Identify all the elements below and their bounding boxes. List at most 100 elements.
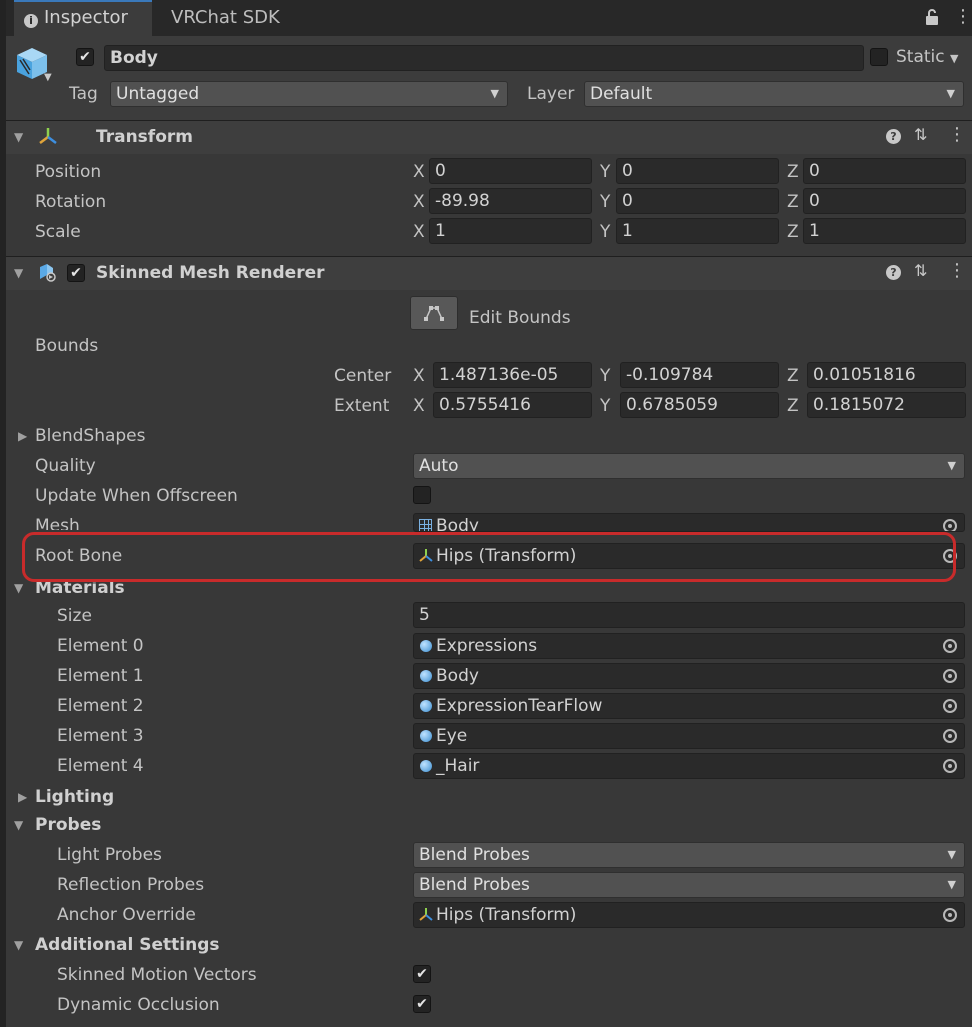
axis-y-label[interactable]: Y (600, 395, 610, 417)
object-picker-icon[interactable] (943, 729, 957, 743)
component-menu-icon[interactable]: ⋮ (948, 262, 966, 280)
blendshapes-foldout[interactable]: BlendShapes (35, 425, 146, 447)
axis-x-label[interactable]: X (413, 221, 425, 243)
object-picker-icon[interactable] (943, 759, 957, 773)
additional-settings-foldout[interactable]: Additional Settings (35, 934, 220, 956)
preset-icon[interactable]: ⇅ (914, 261, 927, 280)
skinned-motion-vectors-checkbox[interactable]: ✔ (413, 965, 431, 983)
axis-y-label[interactable]: Y (600, 221, 610, 243)
foldout-right-icon[interactable]: ▶ (18, 786, 27, 808)
tag-value: Untagged (116, 84, 200, 104)
element-0-label: Element 0 (57, 636, 144, 656)
axis-x-label[interactable]: X (413, 161, 425, 183)
anchor-override-value: Hips (Transform) (436, 905, 577, 925)
axis-z-label[interactable]: Z (787, 395, 799, 417)
axis-x-label[interactable]: X (413, 365, 425, 387)
element-4-value: _Hair (436, 756, 480, 776)
transform-axis-icon (419, 908, 433, 921)
foldout-right-icon[interactable]: ▶ (18, 425, 27, 447)
center-x-field[interactable]: 1.487136e-05 (433, 362, 592, 388)
fold-arrow-icon[interactable]: ▼ (14, 934, 23, 956)
reflection-probes-dropdown[interactable]: Blend Probes ▼ (413, 872, 965, 898)
light-probes-value: Blend Probes (419, 845, 530, 865)
center-z-field[interactable]: 0.01051816 (807, 362, 966, 388)
probes-foldout[interactable]: Probes (35, 814, 101, 836)
component-menu-icon[interactable]: ⋮ (948, 126, 966, 144)
scale-x-field[interactable]: 1 (429, 218, 592, 244)
materials-foldout[interactable]: Materials (35, 577, 125, 599)
element-0-value: Expressions (436, 636, 538, 656)
axis-x-label[interactable]: X (413, 191, 425, 213)
axis-z-label[interactable]: Z (787, 365, 799, 387)
axis-y-label[interactable]: Y (600, 161, 610, 183)
anchor-override-field[interactable]: Hips (Transform) (413, 902, 965, 928)
position-z-field[interactable]: 0 (803, 158, 966, 184)
lighting-foldout[interactable]: Lighting (35, 786, 114, 808)
axis-y-label[interactable]: Y (600, 191, 610, 213)
scale-z-field[interactable]: 1 (803, 218, 966, 244)
tag-dropdown[interactable]: Untagged ▼ (110, 81, 508, 107)
static-checkbox[interactable] (870, 48, 888, 66)
tab-inspector[interactable]: i Inspector (14, 0, 152, 36)
extent-x-field[interactable]: 0.5755416 (433, 392, 592, 418)
lock-icon[interactable] (924, 8, 942, 28)
element-0-field[interactable]: Expressions (413, 633, 965, 659)
axis-z-label[interactable]: Z (787, 191, 799, 213)
fold-arrow-icon[interactable]: ▼ (14, 262, 23, 284)
help-icon[interactable]: ? (886, 129, 901, 144)
fold-arrow-icon[interactable]: ▼ (14, 577, 23, 599)
quality-dropdown[interactable]: Auto ▼ (413, 453, 965, 479)
axis-z-label[interactable]: Z (787, 221, 799, 243)
fold-arrow-icon[interactable]: ▼ (14, 126, 23, 148)
dynamic-occlusion-checkbox[interactable]: ✔ (413, 995, 431, 1013)
object-picker-icon[interactable] (943, 669, 957, 683)
axis-y-label[interactable]: Y (600, 365, 610, 387)
object-picker-icon[interactable] (943, 699, 957, 713)
active-checkbox[interactable]: ✔ (76, 48, 94, 66)
tab-menu-icon[interactable]: ⋮ (954, 8, 972, 26)
element-2-value: ExpressionTearFlow (436, 696, 603, 716)
update-offscreen-checkbox[interactable] (413, 486, 431, 504)
position-y-field[interactable]: 0 (616, 158, 779, 184)
cube-dropdown-icon[interactable]: ▼ (44, 72, 52, 83)
position-x-field[interactable]: 0 (429, 158, 592, 184)
axis-z-label[interactable]: Z (787, 161, 799, 183)
smr-enabled-checkbox[interactable]: ✔ (67, 264, 85, 282)
extent-z-field[interactable]: 0.1815072 (807, 392, 966, 418)
mesh-field[interactable]: Body (413, 513, 965, 532)
element-3-field[interactable]: Eye (413, 723, 965, 749)
element-2-field[interactable]: ExpressionTearFlow (413, 693, 965, 719)
preset-icon[interactable]: ⇅ (914, 125, 927, 144)
center-y-field[interactable]: -0.109784 (620, 362, 779, 388)
static-label[interactable]: Static ▼ (896, 46, 958, 70)
element-1-field[interactable]: Body (413, 663, 965, 689)
rotation-y-field[interactable]: 0 (616, 188, 779, 214)
object-picker-icon[interactable] (943, 639, 957, 653)
tag-label: Tag (69, 84, 98, 104)
element-3-value: Eye (436, 726, 468, 746)
tab-inspector-label: Inspector (44, 7, 128, 28)
element-4-label: Element 4 (57, 756, 144, 776)
axis-x-label[interactable]: X (413, 395, 425, 417)
edit-bounds-label[interactable]: Edit Bounds (469, 307, 571, 329)
material-icon (420, 760, 432, 772)
object-name-field[interactable]: Body (104, 45, 864, 71)
object-picker-icon[interactable] (943, 519, 957, 531)
skinned-mesh-icon (40, 264, 56, 282)
object-picker-icon[interactable] (943, 549, 957, 563)
layer-dropdown[interactable]: Default ▼ (584, 81, 964, 107)
rotation-z-field[interactable]: 0 (803, 188, 966, 214)
tab-vrchat-sdk[interactable]: VRChat SDK (161, 0, 290, 36)
extent-y-field[interactable]: 0.6785059 (620, 392, 779, 418)
element-4-field[interactable]: _Hair (413, 753, 965, 779)
edit-bounds-button[interactable] (410, 296, 458, 330)
light-probes-dropdown[interactable]: Blend Probes ▼ (413, 842, 965, 868)
chevron-down-icon: ▼ (947, 878, 956, 891)
rotation-x-field[interactable]: -89.98 (429, 188, 592, 214)
size-field[interactable]: 5 (413, 602, 965, 628)
object-picker-icon[interactable] (943, 908, 957, 922)
root-bone-field[interactable]: Hips (Transform) (413, 543, 965, 569)
scale-y-field[interactable]: 1 (616, 218, 779, 244)
fold-arrow-icon[interactable]: ▼ (14, 814, 23, 836)
help-icon[interactable]: ? (886, 265, 901, 280)
